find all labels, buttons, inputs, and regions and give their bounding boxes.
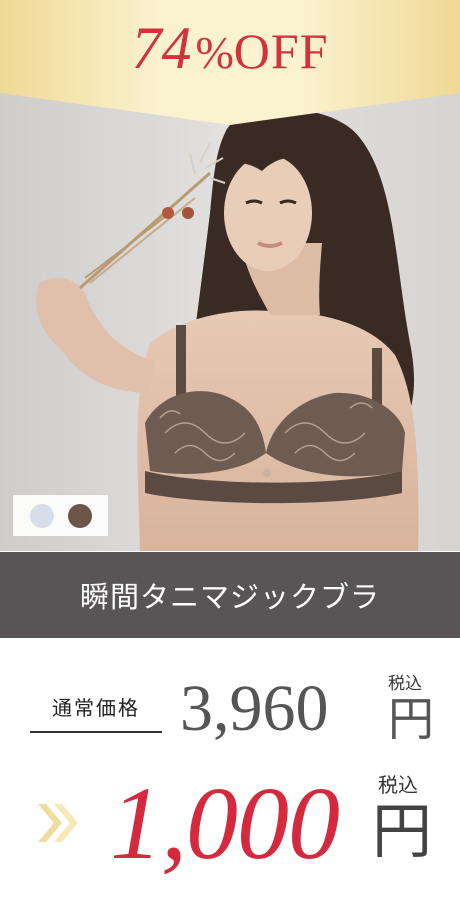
discount-banner: 74%OFF [0, 0, 460, 125]
sale-price: 1,000 [110, 766, 340, 881]
swatch-brown[interactable] [67, 503, 92, 528]
discount-off-label: OFF [233, 23, 329, 79]
product-photo[interactable] [0, 93, 460, 551]
discount-number: 74 [131, 15, 192, 81]
product-name: 瞬間タニマジックブラ [79, 580, 380, 614]
color-swatches [13, 495, 108, 536]
product-name-bar[interactable]: 瞬間タニマジックブラ [0, 552, 460, 638]
model-photo-image [0, 93, 460, 551]
regular-price: 3,960 [180, 672, 329, 745]
discount-percent-sign: % [195, 27, 234, 78]
discount-text: 74%OFF [0, 18, 460, 78]
double-chevron-right-icon [38, 804, 78, 842]
sale-tax-included-label: 税込 [378, 773, 418, 797]
product-card[interactable]: 74%OFF 瞬間タニマジックブラ 通常価格 3,960 税込 円 1,000 … [0, 0, 460, 911]
sale-price-currency: 円 [372, 797, 432, 867]
regular-price-currency: 円 [388, 692, 434, 746]
swatch-light-blue[interactable] [29, 503, 54, 528]
tax-included-label: 税込 [388, 674, 422, 694]
regular-price-label: 通常価格 [30, 692, 162, 733]
